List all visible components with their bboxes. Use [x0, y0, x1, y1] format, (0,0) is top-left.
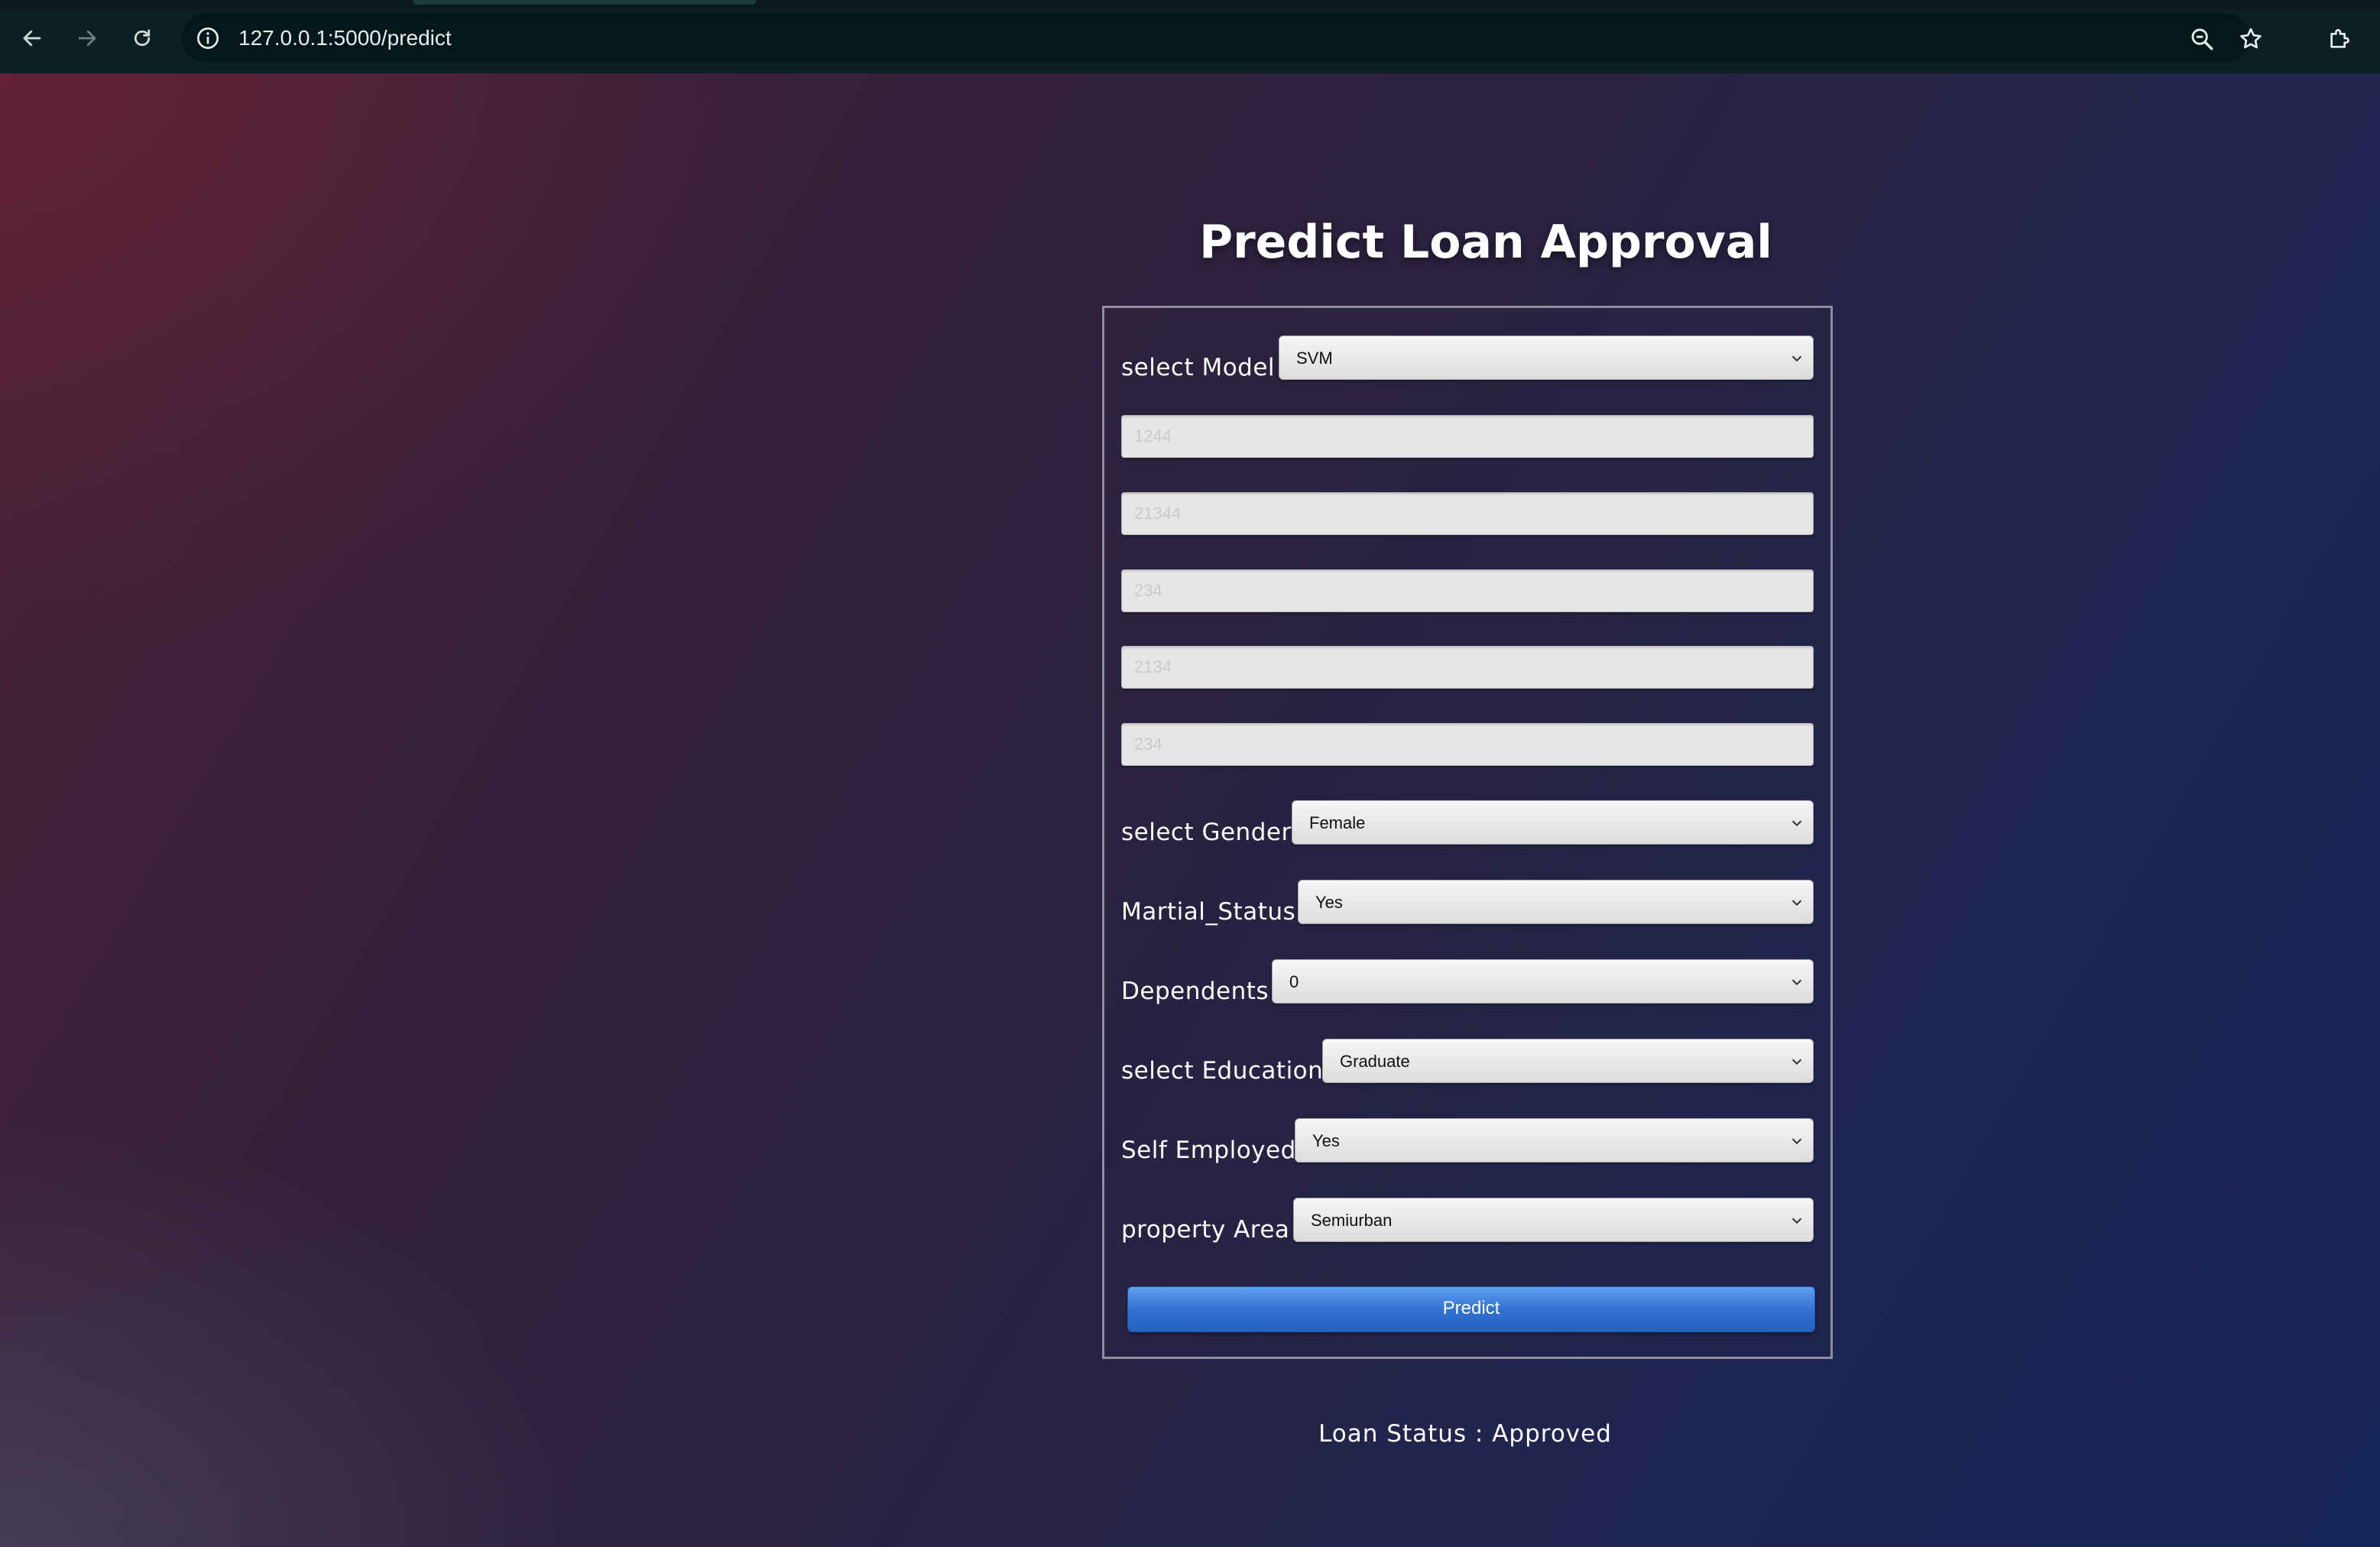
- model-label: select Model: [1121, 354, 1276, 381]
- loan-form: select Model SVM select Gender Female Ma…: [1102, 306, 1833, 1359]
- arrow-right-icon: [78, 30, 96, 47]
- property-area-row: property Area Semiurban: [1121, 1198, 1814, 1245]
- self-employed-row: Self Employed Yes: [1121, 1118, 1814, 1166]
- marital-status-row: Martial_Status Yes: [1121, 880, 1814, 927]
- gender-label: select Gender: [1121, 819, 1292, 846]
- arrow-left-icon: [23, 30, 41, 47]
- numeric-input-2[interactable]: [1121, 492, 1814, 535]
- model-row: select Model SVM: [1121, 336, 1814, 383]
- puzzle-icon: [2330, 29, 2349, 48]
- active-tab-indicator: [413, 0, 757, 5]
- marital-status-label: Martial_Status: [1121, 898, 1296, 926]
- chevron-down-icon: [1791, 820, 1802, 827]
- dependents-select[interactable]: 0: [1272, 959, 1814, 1004]
- chevron-down-icon: [1791, 900, 1802, 906]
- property-area-select[interactable]: Semiurban: [1293, 1198, 1814, 1242]
- back-button[interactable]: [9, 15, 55, 61]
- marital-status-select[interactable]: Yes: [1298, 880, 1814, 924]
- address-url[interactable]: 127.0.0.1:5000/predict: [238, 14, 452, 63]
- chevron-down-icon: [1791, 1138, 1802, 1145]
- page-title: Predict Loan Approval: [1199, 216, 1772, 269]
- browser-toolbar: 127.0.0.1:5000/predict: [0, 0, 2380, 73]
- loan-status-text: Loan Status : Approved: [1318, 1420, 1612, 1448]
- chevron-down-icon: [1791, 355, 1802, 362]
- education-label: select Education: [1121, 1057, 1324, 1085]
- star-icon[interactable]: [2238, 26, 2264, 52]
- property-area-label: property Area: [1121, 1216, 1290, 1244]
- marital-status-select-value: Yes: [1315, 893, 1343, 912]
- numeric-input-1[interactable]: [1121, 415, 1814, 458]
- property-area-select-value: Semiurban: [1311, 1211, 1393, 1230]
- page-background: Predict Loan Approval select Model SVM s…: [0, 73, 2380, 1547]
- reload-icon: [134, 29, 151, 47]
- zoom-icon[interactable]: [2189, 26, 2215, 52]
- info-icon[interactable]: [196, 26, 220, 50]
- predict-button[interactable]: Predict: [1127, 1286, 1815, 1332]
- self-employed-label: Self Employed: [1121, 1137, 1296, 1164]
- gender-row: select Gender Female: [1121, 800, 1814, 848]
- model-select[interactable]: SVM: [1279, 336, 1814, 380]
- education-select-value: Graduate: [1340, 1052, 1410, 1071]
- numeric-input-3[interactable]: [1121, 569, 1814, 612]
- dependents-select-value: 0: [1289, 972, 1299, 991]
- dependents-label: Dependents: [1121, 978, 1269, 1005]
- numeric-input-5[interactable]: [1121, 723, 1814, 766]
- address-bar[interactable]: 127.0.0.1:5000/predict: [182, 14, 2262, 63]
- gender-select-value: Female: [1309, 813, 1366, 832]
- forward-button[interactable]: [64, 15, 110, 61]
- reload-button[interactable]: [119, 15, 165, 61]
- gender-select[interactable]: Female: [1292, 800, 1814, 845]
- chevron-down-icon: [1791, 979, 1802, 986]
- dependents-row: Dependents 0: [1121, 959, 1814, 1007]
- education-select[interactable]: Graduate: [1322, 1039, 1814, 1083]
- extensions-button[interactable]: [2317, 15, 2363, 61]
- education-row: select Education Graduate: [1121, 1039, 1814, 1086]
- model-select-value: SVM: [1296, 349, 1333, 368]
- numeric-input-4[interactable]: [1121, 646, 1814, 689]
- chevron-down-icon: [1791, 1059, 1802, 1065]
- self-employed-select[interactable]: Yes: [1295, 1118, 1814, 1163]
- tab-strip: [0, 0, 2380, 9]
- self-employed-select-value: Yes: [1312, 1131, 1340, 1150]
- chevron-down-icon: [1791, 1218, 1802, 1224]
